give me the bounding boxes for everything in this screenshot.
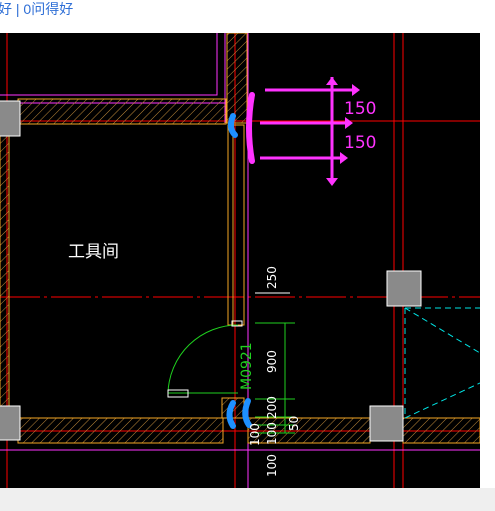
cyan-dashed-4 [404, 382, 480, 419]
wall-left [0, 120, 10, 412]
column-bottom-mid [369, 405, 404, 442]
column-top-left [0, 100, 21, 137]
dim-100-b: 100 [265, 422, 279, 445]
dim-100-a: 100 [248, 423, 262, 446]
annotation-150-1: 150 [344, 99, 376, 119]
wall-bottom-right [402, 417, 480, 444]
partition-wall [227, 124, 245, 326]
dim-100-c: 100 [265, 454, 279, 477]
magenta-upper-room-outline [0, 33, 218, 96]
question-header: 好 | 0问得好 [0, 0, 495, 32]
column-bottom-left [0, 405, 21, 441]
cad-drawing: 工具间 150 150 M0921 250 900 200 100 100 50… [0, 33, 480, 488]
header-right-text: 0问得好 [23, 1, 74, 17]
annotation-150-2: 150 [344, 133, 376, 153]
question-header-text[interactable]: 好 | 0问得好 [0, 0, 73, 19]
blue-mark-bottom-left [226, 400, 236, 429]
dim-50: 50 [287, 416, 301, 431]
header-separator: | [15, 1, 20, 17]
bottom-strip [0, 488, 495, 511]
column-right [386, 270, 422, 307]
cyan-dashed-2 [404, 307, 480, 354]
wall-top-left [17, 98, 227, 125]
door-swing-arc [167, 324, 239, 394]
door-label: M0921 [239, 342, 255, 390]
header-left-text: 好 [0, 1, 12, 17]
dim-250: 250 [265, 266, 279, 289]
wall-bottom-left [17, 417, 224, 444]
room-label: 工具间 [68, 242, 119, 262]
magenta-bracket-mark [246, 92, 255, 164]
cad-drawing-canvas[interactable]: 工具间 150 150 M0921 250 900 200 100 100 50… [0, 33, 480, 488]
wall-vertical-right [226, 33, 248, 124]
dim-200: 200 [265, 396, 279, 419]
dim-900: 900 [265, 350, 279, 373]
